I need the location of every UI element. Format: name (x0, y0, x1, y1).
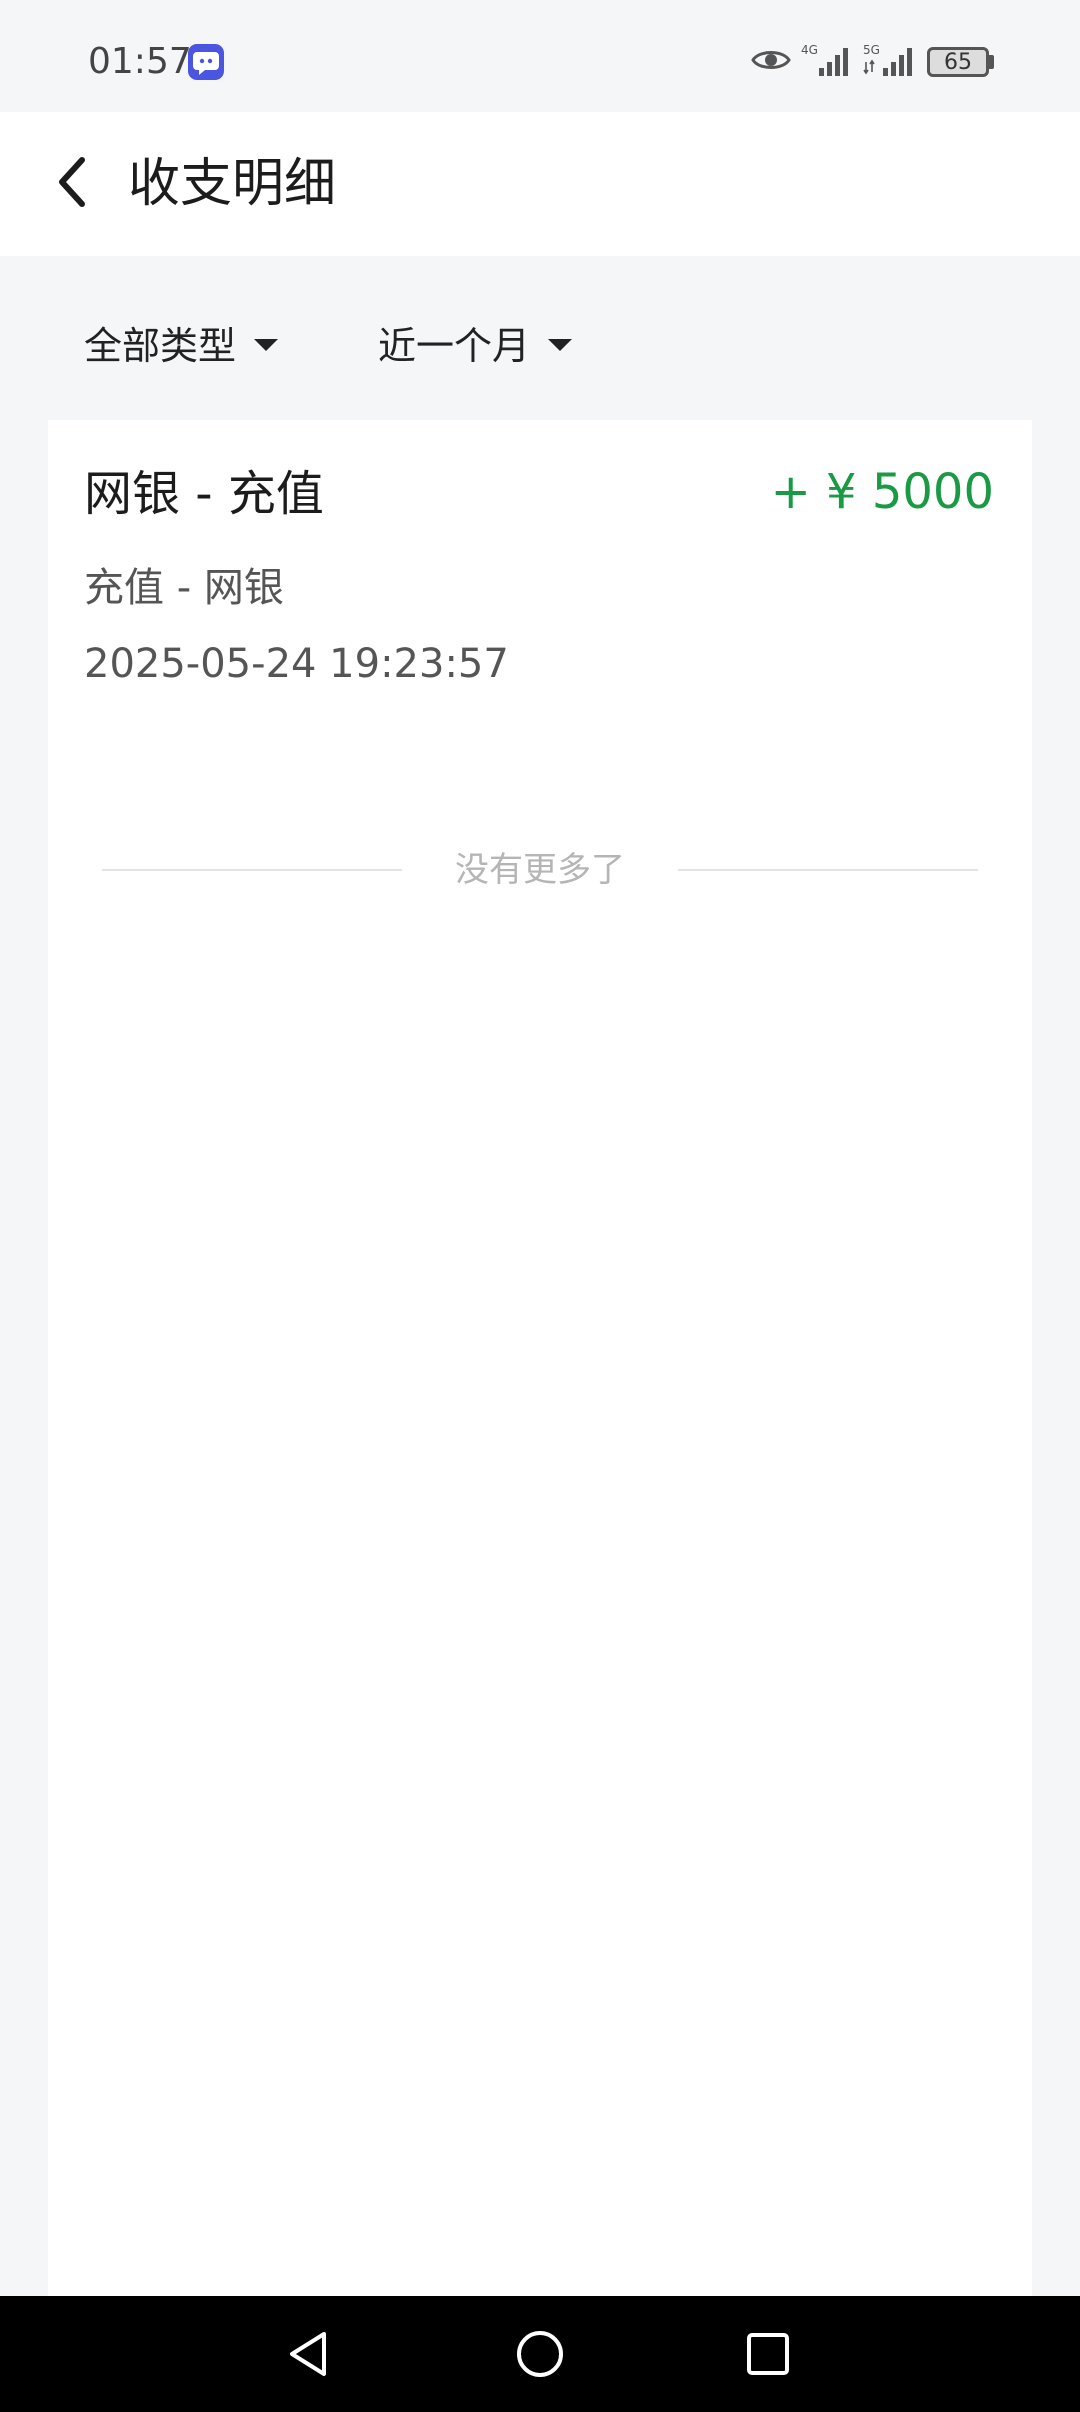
status-time: 01:57 (88, 41, 192, 82)
type-filter-label: 全部类型 (84, 323, 237, 368)
battery-level: 65 (927, 47, 989, 77)
transaction-amount: + ¥ 5000 (770, 464, 994, 520)
square-recents-icon (744, 2330, 792, 2382)
filter-bar: 全部类型 近一个月 (0, 256, 1080, 420)
divider (678, 869, 978, 871)
status-bar: 01:57 4G 5G 65 (0, 0, 1080, 112)
battery-icon: 65 (927, 47, 994, 77)
status-indicators: 4G 5G 65 (751, 40, 994, 84)
nav-back-button[interactable] (272, 2320, 344, 2392)
list-end-indicator: 没有更多了 (102, 840, 978, 900)
period-filter-label: 近一个月 (378, 323, 531, 368)
eye-icon (751, 46, 791, 78)
triangle-back-icon (284, 2328, 332, 2384)
page-title: 收支明细 (128, 154, 337, 214)
transaction-description: 充值 - 网银 (84, 565, 284, 611)
signal-5g-icon: 5G (863, 42, 917, 82)
network-label-4g: 4G (801, 43, 818, 57)
transaction-timestamp: 2025-05-24 19:23:57 (84, 641, 509, 687)
nav-recents-button[interactable] (732, 2320, 804, 2392)
system-nav-bar (0, 2296, 1080, 2412)
nav-home-button[interactable] (504, 2320, 576, 2392)
circle-home-icon (514, 2328, 566, 2384)
transaction-title: 网银 - 充值 (84, 466, 324, 522)
caret-down-icon (548, 339, 573, 351)
battery-tip (989, 55, 994, 69)
signal-4g-icon: 4G (801, 42, 853, 82)
list-item[interactable]: 网银 - 充值 + ¥ 5000 充值 - 网银 2025-05-24 19:2… (48, 420, 1032, 720)
app-header: 收支明细 (0, 112, 1080, 256)
network-label-5g: 5G (863, 43, 880, 57)
period-filter-dropdown[interactable]: 近一个月 (378, 314, 573, 370)
caret-down-icon (254, 339, 279, 351)
chat-bubble-icon (188, 44, 224, 80)
type-filter-dropdown[interactable]: 全部类型 (84, 314, 279, 370)
chevron-left-icon (52, 154, 92, 214)
transaction-list: 网银 - 充值 + ¥ 5000 充值 - 网银 2025-05-24 19:2… (48, 420, 1032, 2296)
back-button[interactable] (36, 148, 108, 220)
